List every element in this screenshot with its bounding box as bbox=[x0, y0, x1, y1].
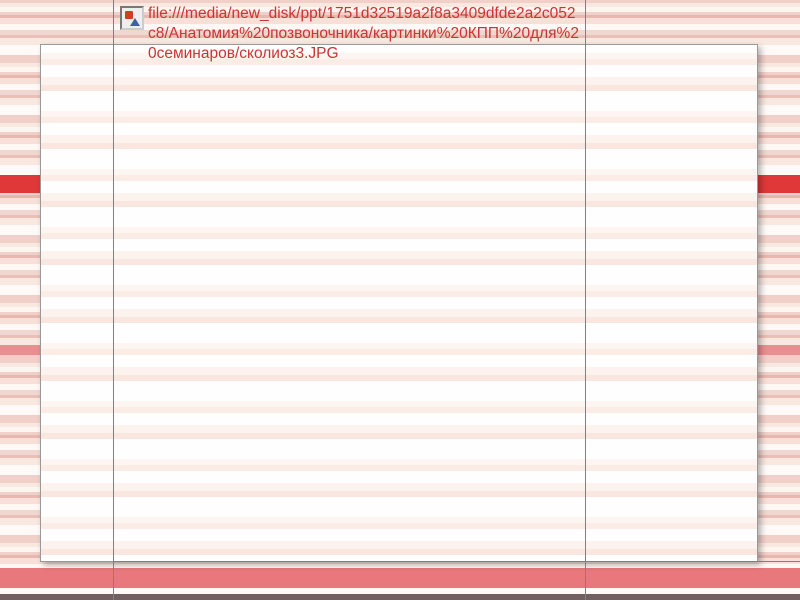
broken-image-link[interactable]: file:///media/new_disk/ppt/1751d32519a2f… bbox=[148, 4, 580, 64]
broken-image-icon bbox=[120, 6, 144, 30]
table-row-divider bbox=[113, 561, 800, 562]
table-column-left bbox=[113, 0, 586, 600]
broken-image-cell: file:///media/new_disk/ppt/1751d32519a2f… bbox=[120, 4, 580, 64]
